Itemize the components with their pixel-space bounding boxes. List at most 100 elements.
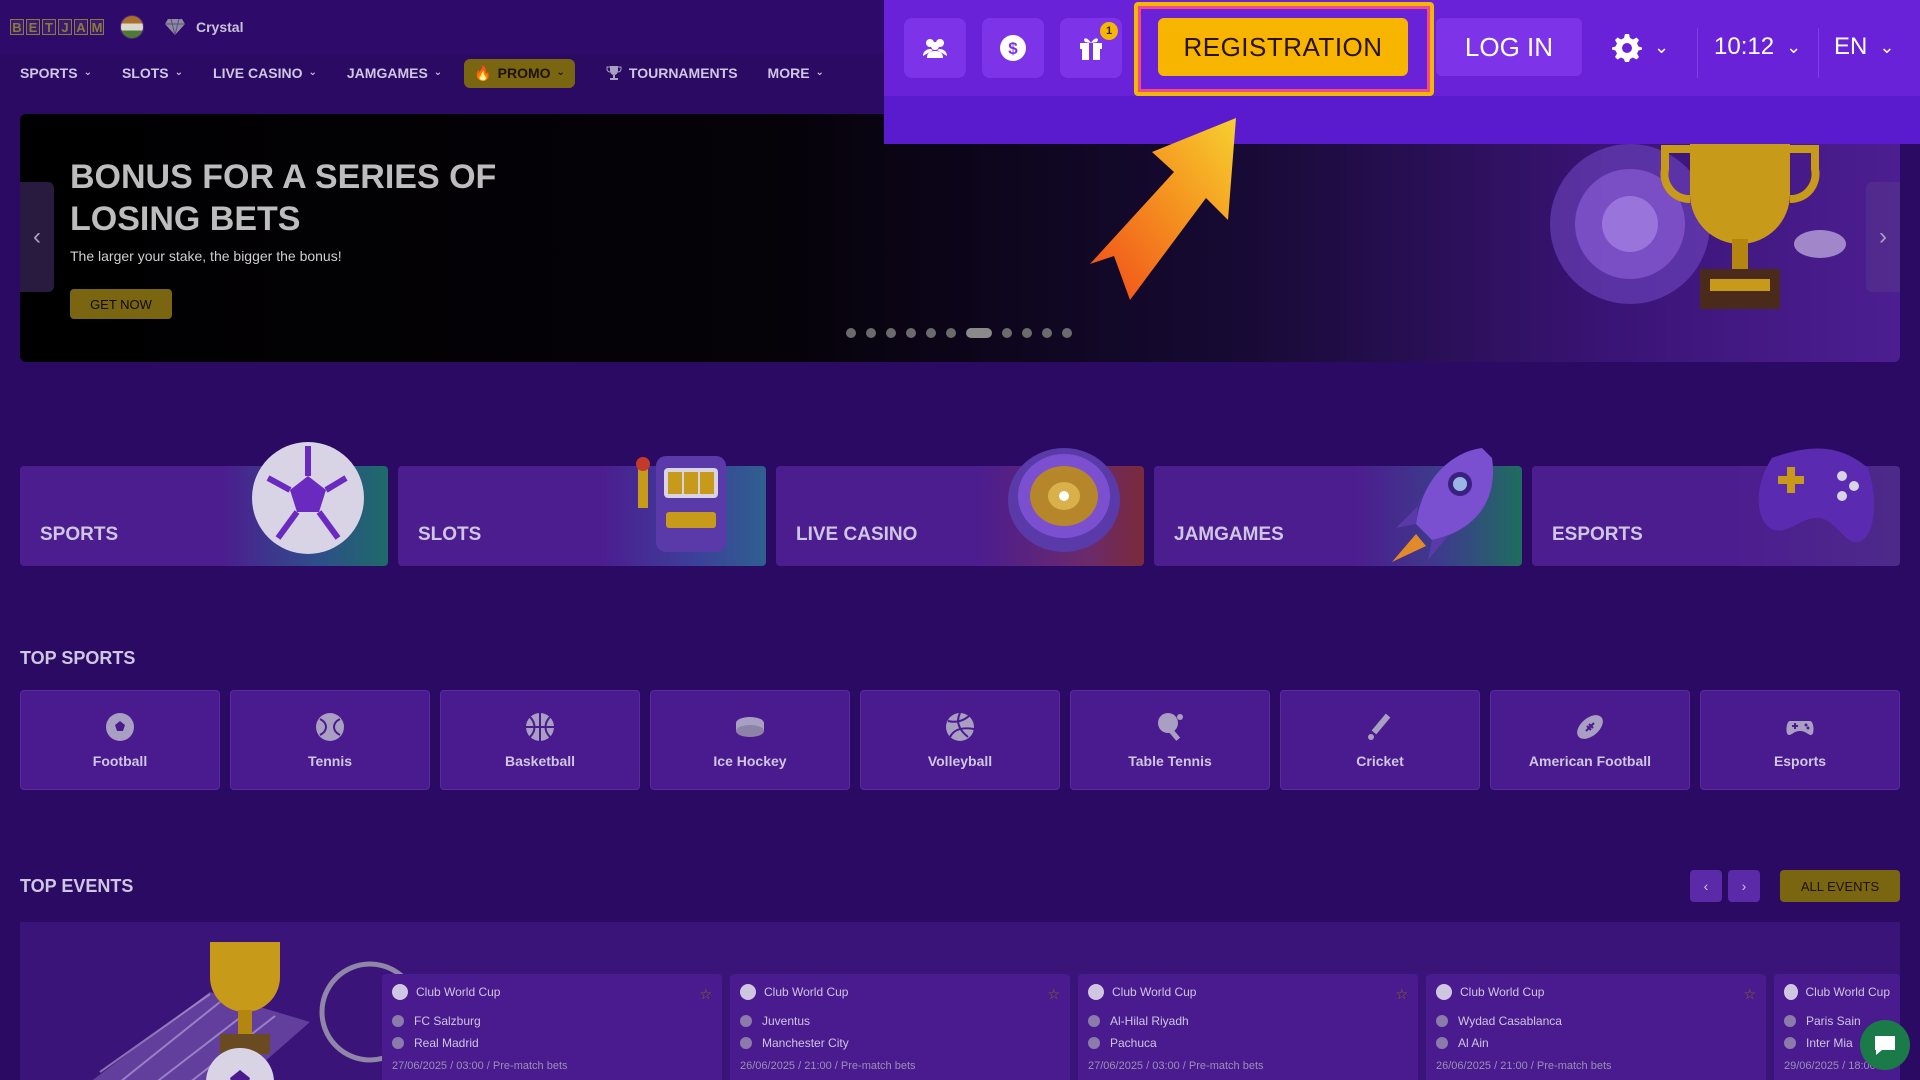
event-card[interactable]: Club World Cup ☆ FC Salzburg Real Madrid… [382, 974, 722, 1080]
top-sports-title: TOP SPORTS [20, 648, 136, 668]
event-team: Al Ain [1458, 1036, 1489, 1050]
chevron-down-icon: ⌄ [1654, 36, 1670, 57]
pagination-dot[interactable] [1042, 328, 1052, 338]
all-events-button[interactable]: ALL EVENTS [1780, 870, 1900, 902]
loyalty-tier[interactable]: Crystal [164, 18, 243, 36]
nav-more[interactable]: MORE ⌄ [768, 65, 824, 81]
category-label: LIVE CASINO [796, 524, 918, 545]
team-crest-icon [1784, 1015, 1796, 1027]
nav-label: MORE [767, 65, 810, 81]
sport-football[interactable]: Football [20, 690, 220, 790]
india-flag-icon[interactable] [120, 15, 144, 39]
sport-volleyball[interactable]: Volleyball [860, 690, 1060, 790]
pagination-dot[interactable] [886, 328, 896, 338]
nav-jamgames[interactable]: JAMGAMES ⌄ [347, 65, 442, 81]
nav-tournaments[interactable]: TOURNAMENTS [605, 64, 738, 82]
events-strip: Club World Cup ☆ FC Salzburg Real Madrid… [20, 922, 1900, 1080]
event-team: Juventus [762, 1014, 811, 1028]
banner-prev-button[interactable]: ‹ [20, 182, 54, 292]
team-crest-icon [740, 1037, 752, 1049]
category-sports[interactable]: SPORTS [20, 442, 388, 566]
betjam-logo[interactable]: B E T J A M [10, 19, 104, 35]
sport-table-tennis[interactable]: Table Tennis [1070, 690, 1270, 790]
banner-title: BONUS FOR A SERIES OF LOSING BETS [70, 158, 497, 238]
promo-banner[interactable]: ‹ BONUS FOR A SERIES OF LOSING BETS The … [20, 114, 1900, 362]
sport-label: Volleyball [927, 753, 993, 769]
chat-button[interactable] [1860, 1020, 1910, 1070]
category-slots[interactable]: SLOTS [398, 456, 766, 566]
favorite-star-icon[interactable]: ☆ [1743, 986, 1756, 1003]
nav-slots[interactable]: SLOTS ⌄ [122, 65, 183, 81]
banner-subtitle: The larger your stake, the bigger the bo… [70, 248, 342, 264]
favorite-star-icon[interactable]: ☆ [1047, 986, 1060, 1003]
chevron-right-icon: › [1879, 223, 1887, 250]
get-now-button[interactable]: GET NOW [70, 289, 172, 319]
pagination-dot[interactable] [1062, 328, 1072, 338]
event-team: Paris Sain [1806, 1014, 1861, 1028]
sport-esports[interactable]: Esports [1700, 690, 1900, 790]
chevron-down-icon: ⌄ [308, 66, 317, 78]
pagination-dot[interactable] [906, 328, 916, 338]
login-button[interactable]: LOG IN [1436, 18, 1582, 76]
time-label: 10:12 [1714, 33, 1775, 60]
nav-promo[interactable]: 🔥 PROMO ⌄ [464, 58, 575, 88]
gift-icon [1080, 38, 1102, 60]
gear-icon [1612, 34, 1642, 62]
team-crest-icon [392, 1015, 404, 1027]
pagination-dot-active[interactable] [966, 328, 992, 338]
sport-label: Table Tennis [1128, 753, 1212, 769]
pagination-dot[interactable] [1002, 328, 1012, 338]
ice-hockey-icon [736, 717, 764, 737]
category-label: ESPORTS [1552, 524, 1643, 545]
category-jamgames[interactable]: JAMGAMES [1154, 448, 1522, 566]
sport-cricket[interactable]: Cricket [1280, 690, 1480, 790]
sport-basketball[interactable]: Basketball [440, 690, 640, 790]
pagination-dot[interactable] [926, 328, 936, 338]
banner-pagination [846, 328, 1072, 338]
nav-live-casino[interactable]: LIVE CASINO ⌄ [213, 65, 317, 81]
event-card[interactable]: Club World Cup ☆ Juventus Manchester Cit… [730, 974, 1070, 1080]
pagination-dot[interactable] [846, 328, 856, 338]
registration-button[interactable]: REGISTRATION [1158, 18, 1408, 76]
logo-letter: E [26, 19, 40, 35]
affiliates-button[interactable] [904, 18, 966, 78]
sport-american-football[interactable]: American Football [1490, 690, 1690, 790]
chevron-down-icon: ⌄ [815, 66, 824, 78]
football-icon [106, 713, 134, 741]
banner-next-button[interactable]: › [1866, 182, 1900, 292]
favorite-star-icon[interactable]: ☆ [1395, 986, 1408, 1003]
cashback-button[interactable]: $ [982, 18, 1044, 78]
language-dropdown[interactable]: EN ⌄ [1834, 18, 1894, 76]
team-crest-icon [1088, 1037, 1100, 1049]
events-prev-button[interactable]: ‹ [1690, 870, 1722, 902]
pagination-dot[interactable] [946, 328, 956, 338]
team-crest-icon [740, 1015, 752, 1027]
event-card[interactable]: Club World Cup ☆ Al-Hilal Riyadh Pachuca… [1078, 974, 1418, 1080]
events-next-button[interactable]: › [1728, 870, 1760, 902]
settings-dropdown[interactable]: ⌄ [1612, 18, 1669, 76]
time-dropdown[interactable]: 10:12 ⌄ [1714, 18, 1801, 76]
sport-ice-hockey[interactable]: Ice Hockey [650, 690, 850, 790]
roulette-wheel-icon [1008, 448, 1120, 552]
chevron-down-icon: ⌄ [1786, 36, 1802, 57]
table-tennis-icon [1158, 713, 1183, 741]
football-icon [1436, 984, 1452, 1000]
pagination-dot[interactable] [1022, 328, 1032, 338]
pagination-dot[interactable] [866, 328, 876, 338]
nav-label: LIVE CASINO [213, 65, 303, 81]
chevron-right-icon: › [1728, 870, 1760, 902]
event-team: Real Madrid [414, 1036, 479, 1050]
flame-icon: 🔥 [474, 64, 492, 81]
category-esports[interactable]: ESPORTS [1532, 448, 1900, 566]
nav-sports[interactable]: SPORTS ⌄ [20, 65, 92, 81]
favorite-star-icon[interactable]: ☆ [699, 986, 712, 1003]
gifts-button[interactable]: 1 [1060, 18, 1122, 78]
sport-tennis[interactable]: Tennis [230, 690, 430, 790]
esports-icon [1786, 721, 1814, 735]
gamepad-icon [1758, 448, 1874, 543]
event-card[interactable]: Club World Cup ☆ Wydad Casablanca Al Ain… [1426, 974, 1766, 1080]
category-live-casino[interactable]: LIVE CASINO [776, 448, 1144, 566]
logo-letter: A [74, 19, 88, 35]
chevron-down-icon: ⌄ [556, 66, 565, 78]
football-icon [740, 984, 756, 1000]
